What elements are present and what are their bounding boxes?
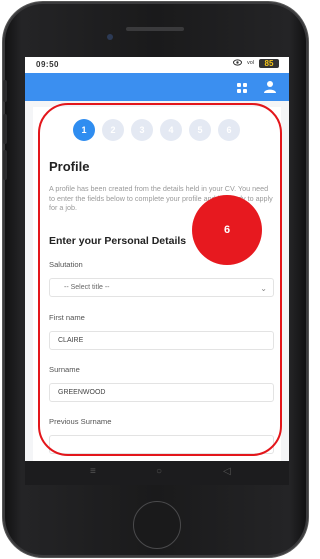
status-bar: 09:50 ᵛᵒˡ 85	[25, 57, 289, 73]
status-time: 09:50	[36, 60, 59, 69]
annotation-outline	[38, 103, 282, 456]
phone-volume-up	[3, 114, 7, 144]
status-icons: ᵛᵒˡ 85	[233, 59, 279, 68]
phone-volume-down	[3, 150, 7, 180]
menu-nav-button[interactable]: ≡	[90, 466, 96, 477]
eye-icon	[233, 59, 243, 68]
user-icon[interactable]	[263, 80, 277, 94]
app-bar	[25, 73, 289, 101]
front-camera	[107, 34, 113, 40]
phone-side-button	[3, 80, 7, 102]
signal-icon: ᵛᵒˡ	[247, 59, 254, 68]
back-nav-button[interactable]: ◁	[223, 466, 231, 477]
battery-icon: 85	[259, 59, 279, 68]
android-nav-bar: ≡ ○ ◁	[25, 461, 289, 485]
grid-icon[interactable]	[237, 83, 248, 93]
annotation-badge: 6	[192, 195, 262, 265]
speaker-grille	[126, 27, 184, 31]
home-nav-button[interactable]: ○	[156, 466, 162, 477]
phone-home-button[interactable]	[133, 501, 181, 549]
